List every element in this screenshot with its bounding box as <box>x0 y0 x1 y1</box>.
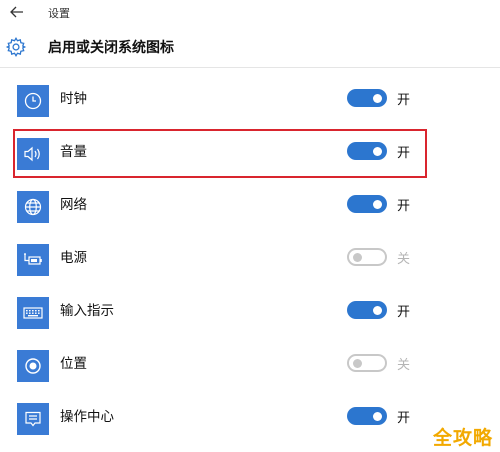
page-title: 启用或关闭系统图标 <box>48 40 174 56</box>
input-indicator-tile <box>17 297 49 329</box>
toggle-knob <box>353 252 362 262</box>
system-icon-row-power: 电源 关 <box>0 242 500 290</box>
toggle-knob <box>373 199 382 209</box>
network-toggle[interactable] <box>347 195 387 213</box>
toggle-knob <box>373 93 382 103</box>
input-indicator-toggle[interactable] <box>347 301 387 319</box>
item-label: 时钟 <box>60 91 87 107</box>
title-bar: 设置 <box>0 0 500 24</box>
power-plug-icon <box>24 253 42 265</box>
toggle-knob <box>353 358 362 368</box>
watermark: 全攻略 <box>433 427 494 449</box>
power-tile <box>17 244 49 276</box>
app-title: 设置 <box>48 7 70 20</box>
toggle-state-label: 关 <box>397 252 411 267</box>
system-icon-row-location: 位置 关 <box>0 348 500 396</box>
clock-toggle[interactable] <box>347 89 387 107</box>
system-icon-row-action-center: 操作中心 开 <box>0 401 500 449</box>
system-icon-row-input-indicator: 输入指示 开 <box>0 295 500 343</box>
location-icon <box>25 358 41 374</box>
system-icon-row-network: 网络 开 <box>0 189 500 237</box>
gear-icon <box>5 37 27 57</box>
back-button[interactable] <box>6 3 28 21</box>
item-label: 电源 <box>60 250 87 266</box>
toggle-state-label: 开 <box>397 93 411 108</box>
clock-icon <box>24 92 42 110</box>
toggle-knob <box>373 411 382 421</box>
action-center-icon <box>25 411 41 427</box>
action-center-tile <box>17 403 49 435</box>
keyboard-icon <box>23 307 43 319</box>
toggle-knob <box>373 305 382 315</box>
page-header: 启用或关闭系统图标 <box>0 30 500 64</box>
item-label: 网络 <box>60 197 87 213</box>
toggle-state-label: 开 <box>397 199 411 214</box>
network-tile <box>17 191 49 223</box>
item-label: 输入指示 <box>60 303 114 319</box>
back-arrow-icon <box>10 6 23 18</box>
toggle-state-label: 关 <box>397 358 411 373</box>
toggle-state-label: 开 <box>397 305 411 320</box>
toggle-state-label: 开 <box>397 411 411 426</box>
item-label: 操作中心 <box>60 409 114 425</box>
clock-tile <box>17 85 49 117</box>
action-center-toggle[interactable] <box>347 407 387 425</box>
location-toggle[interactable] <box>347 354 387 372</box>
system-icon-row-clock: 时钟 开 <box>0 83 500 131</box>
power-toggle[interactable] <box>347 248 387 266</box>
globe-icon <box>24 198 42 216</box>
header-divider <box>0 67 500 68</box>
item-label: 位置 <box>60 356 87 372</box>
location-tile <box>17 350 49 382</box>
highlight-box <box>13 129 427 178</box>
